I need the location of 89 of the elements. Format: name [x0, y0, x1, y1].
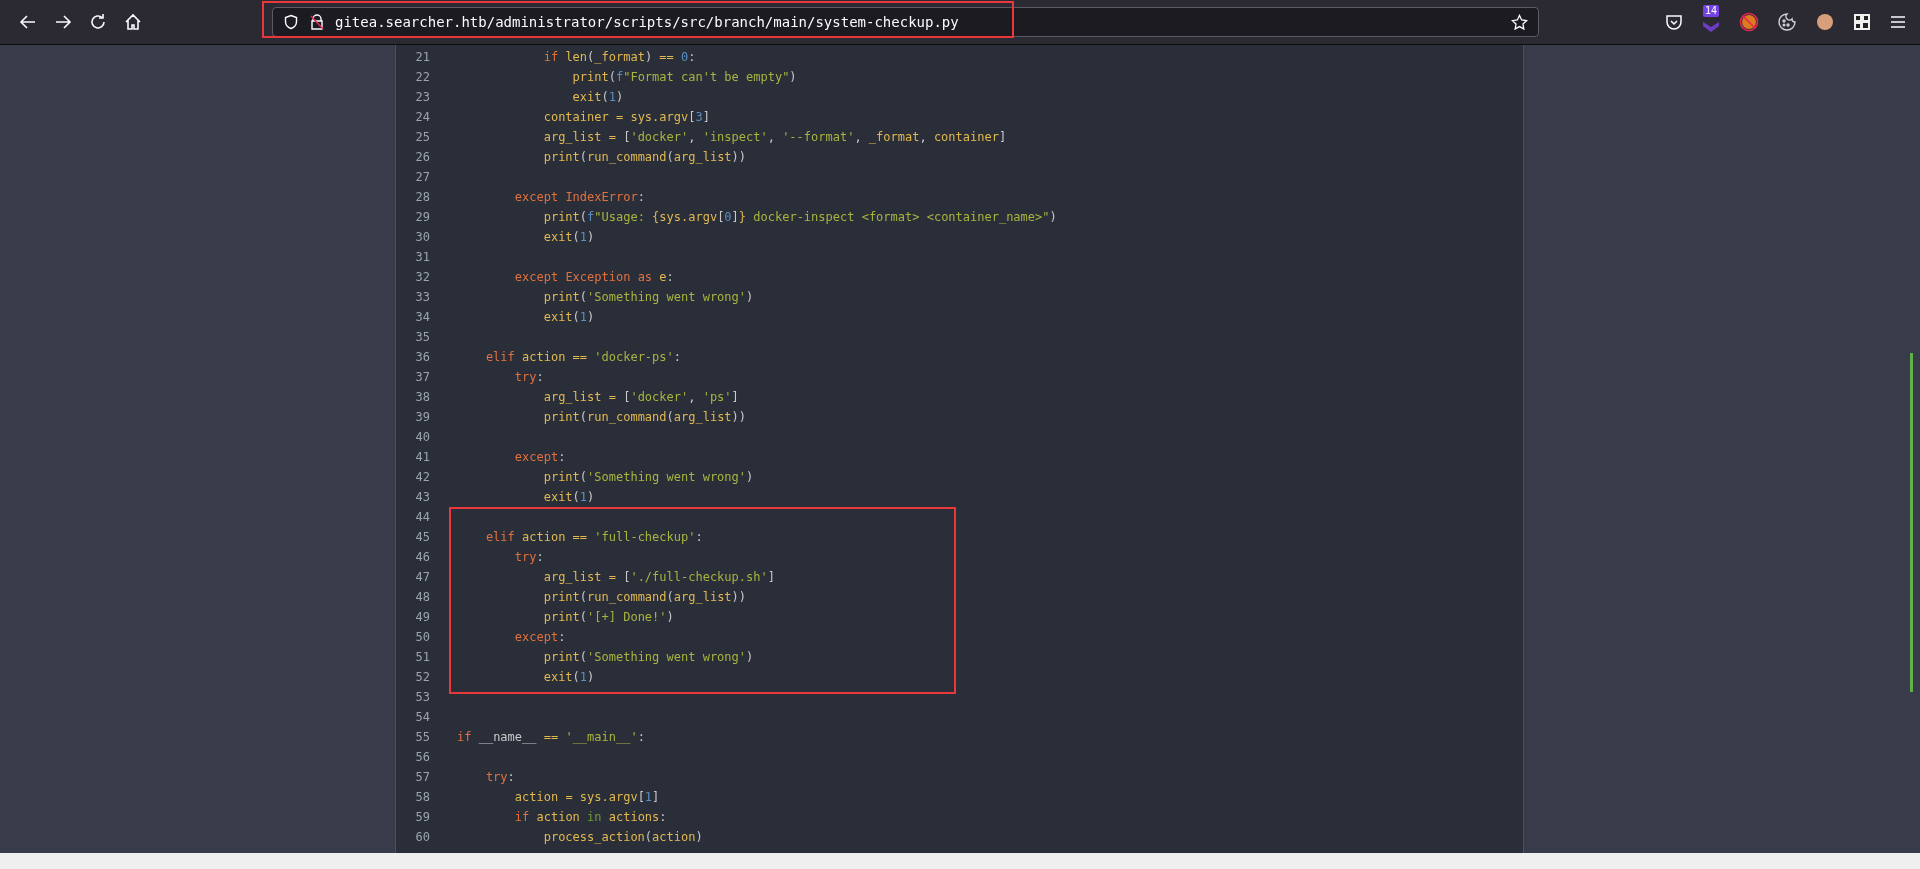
code-line: elif action == 'full-checkup':: [484, 529, 703, 546]
line-number: 52: [414, 669, 430, 686]
code-line: exit(1): [542, 309, 595, 326]
line-number: 56: [414, 749, 430, 766]
line-number: 58: [414, 789, 430, 806]
code-line: exit(1): [542, 489, 595, 506]
line-number: 33: [414, 289, 430, 306]
code-line: print('Something went wrong'): [542, 469, 754, 486]
back-icon[interactable]: [19, 13, 37, 31]
line-number: 34: [414, 309, 430, 326]
line-number: 55: [414, 729, 430, 746]
code-line: print(run_command(arg_list)): [542, 409, 747, 426]
address-bar[interactable]: gitea.searcher.htb/administrator/scripts/src/branch/main/system-checkup.py: [272, 7, 1539, 37]
line-number: 35: [414, 329, 430, 346]
line-number: 44: [414, 509, 430, 526]
line-number: 39: [414, 409, 430, 426]
code-line: if __name__ == '__main__':: [457, 729, 645, 746]
line-number: 54: [414, 709, 430, 726]
code-line: except Exception as e:: [513, 269, 674, 286]
line-number: 38: [414, 389, 430, 406]
line-number: 23: [414, 89, 430, 106]
code-line: print('Something went wrong'): [542, 649, 754, 666]
code-line: elif action == 'docker-ps':: [484, 349, 681, 366]
code-line: exit(1): [571, 89, 624, 106]
line-number: 47: [414, 569, 430, 586]
qr-code-icon[interactable]: [1853, 13, 1871, 31]
line-number: 24: [414, 109, 430, 126]
scrollbar-thumb[interactable]: [1910, 353, 1913, 692]
line-number: 32: [414, 269, 430, 286]
line-number: 49: [414, 609, 430, 626]
line-number: 36: [414, 349, 430, 366]
code-line: process_action(action): [542, 829, 703, 846]
code-line: print('[+] Done!'): [542, 609, 674, 626]
code-line: try:: [513, 369, 544, 386]
code-line: except IndexError:: [513, 189, 645, 206]
line-number: 46: [414, 549, 430, 566]
line-number: 40: [414, 429, 430, 446]
code-line: if len(_format) == 0:: [542, 49, 696, 66]
cookie-icon[interactable]: [1777, 12, 1797, 32]
pocket-icon[interactable]: [1665, 13, 1683, 31]
code-line: if action in actions:: [513, 809, 667, 826]
code-line: arg_list = ['docker', 'inspect', '--format', _format, container]: [542, 129, 1007, 146]
line-number: 29: [414, 209, 430, 226]
line-number: 57: [414, 769, 430, 786]
code-line: arg_list = ['docker', 'ps']: [542, 389, 739, 406]
line-number: 42: [414, 469, 430, 486]
code-line: container = sys.argv[3]: [542, 109, 710, 126]
blocked-fox-icon[interactable]: [1739, 12, 1759, 32]
line-number: 27: [414, 169, 430, 186]
forward-icon[interactable]: [54, 13, 72, 31]
line-number: 53: [414, 689, 430, 706]
lock-crossed-icon[interactable]: [309, 14, 325, 30]
line-number: 37: [414, 369, 430, 386]
code-line: print('Something went wrong'): [542, 289, 754, 306]
line-number: 21: [414, 49, 430, 66]
bookmark-star-icon[interactable]: [1511, 13, 1528, 31]
url-text[interactable]: gitea.searcher.htb/administrator/scripts/src/branch/main/system-checkup.py: [335, 11, 1501, 33]
code-line: arg_list = ['./full-checkup.sh']: [542, 569, 775, 586]
code-line: try:: [513, 549, 544, 566]
code-line: exit(1): [542, 669, 595, 686]
line-number: 25: [414, 129, 430, 146]
code-line: action = sys.argv[1]: [513, 789, 660, 806]
line-number: 31: [414, 249, 430, 266]
code-line: except:: [513, 449, 566, 466]
line-number: 51: [414, 649, 430, 666]
line-number: 41: [414, 449, 430, 466]
line-number: 43: [414, 489, 430, 506]
shield-icon[interactable]: [283, 14, 299, 30]
reload-icon[interactable]: [89, 13, 107, 31]
code-line: try:: [484, 769, 515, 786]
line-number: 60: [414, 829, 430, 846]
line-number: 26: [414, 149, 430, 166]
code-line: except:: [513, 629, 566, 646]
code-line: print(f"Usage: {sys.argv[0]} docker-inspect <format> <container_name>"): [542, 209, 1057, 226]
line-number: 48: [414, 589, 430, 606]
avatar-icon[interactable]: [1815, 12, 1835, 32]
line-number: 50: [414, 629, 430, 646]
line-number: 30: [414, 229, 430, 246]
code-line: exit(1): [542, 229, 595, 246]
home-icon[interactable]: [124, 13, 142, 31]
line-number: 45: [414, 529, 430, 546]
code-line: print(run_command(arg_list)): [542, 589, 747, 606]
line-number: 28: [414, 189, 430, 206]
line-number: 22: [414, 69, 430, 86]
menu-icon[interactable]: [1889, 13, 1907, 31]
code-line: print(f"Format can't be empty"): [571, 69, 797, 86]
line-number: 59: [414, 809, 430, 826]
code-line: print(run_command(arg_list)): [542, 149, 747, 166]
extension-badge: 14: [1703, 5, 1720, 17]
